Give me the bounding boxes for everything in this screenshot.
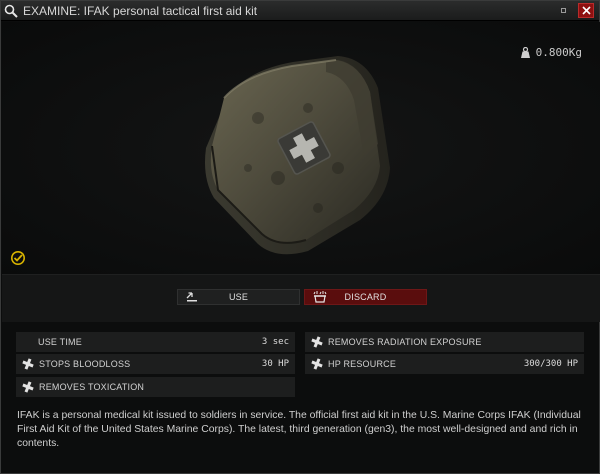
close-button[interactable] [578, 3, 594, 18]
action-bar: USE DISCARD [2, 274, 600, 322]
item-description: IFAK is a personal medical kit issued to… [17, 410, 581, 449]
window-title: EXAMINE: IFAK personal tactical first ai… [23, 3, 258, 18]
minimize-button[interactable] [555, 3, 571, 18]
trash-icon [313, 291, 327, 303]
stat-label: HP RESOURCE [328, 359, 397, 369]
checkmark-badge-icon [11, 251, 25, 265]
stat-removes-toxication: REMOVES TOXICATION [16, 377, 295, 397]
medical-cross-icon [309, 334, 325, 350]
stat-removes-radiation: REMOVES RADIATION EXPOSURE [305, 332, 584, 352]
weight-icon [520, 46, 530, 58]
stat-use-time: USE TIME 3 sec [16, 332, 295, 352]
stat-value: 3 sec [261, 337, 289, 347]
medical-cross-icon [20, 379, 36, 395]
close-icon [581, 6, 591, 15]
stat-label: STOPS BLOODLOSS [39, 359, 131, 369]
title-bar[interactable]: EXAMINE: IFAK personal tactical first ai… [1, 1, 599, 21]
discard-label: DISCARD [344, 292, 387, 302]
discard-button[interactable]: DISCARD [304, 289, 427, 305]
stat-label: REMOVES RADIATION EXPOSURE [328, 337, 482, 347]
medical-cross-icon [309, 356, 325, 372]
use-button[interactable]: USE [177, 289, 300, 305]
hand-use-icon [186, 292, 197, 302]
stat-value: 30 HP [261, 359, 289, 369]
item-weight: 0.800Kg [520, 46, 582, 59]
weight-value: 0.800Kg [535, 46, 582, 59]
stat-hp-resource: HP RESOURCE 300/300 HP [305, 354, 584, 374]
stat-label: USE TIME [38, 337, 82, 347]
use-label: USE [228, 292, 249, 302]
ifak-item-image [205, 56, 390, 255]
item-preview[interactable]: 0.800Kg [2, 22, 600, 274]
stat-label: REMOVES TOXICATION [39, 382, 145, 392]
minimize-icon [560, 8, 566, 13]
stat-stops-bloodloss: STOPS BLOODLOSS 30 HP [16, 354, 295, 374]
medical-cross-icon [20, 356, 36, 372]
examine-window: EXAMINE: IFAK personal tactical first ai… [0, 0, 600, 474]
stat-value: 300/300 HP [523, 359, 578, 369]
magnifier-icon [1, 1, 21, 21]
